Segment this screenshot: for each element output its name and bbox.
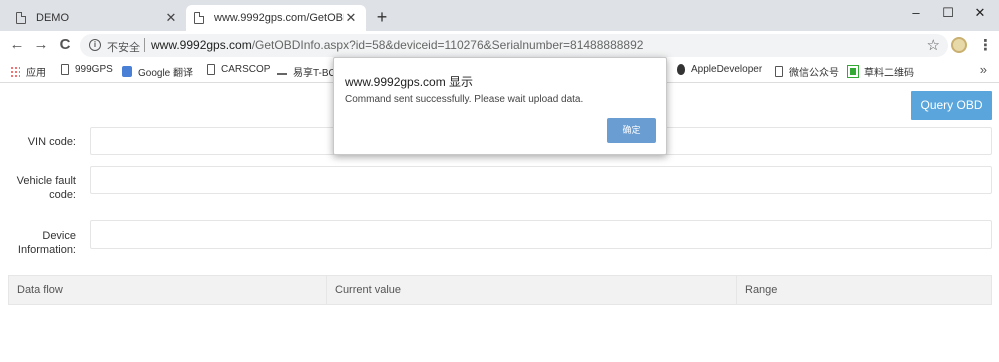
bookmark-apps[interactable]: 应用 — [10, 64, 46, 79]
page-icon — [207, 64, 215, 75]
query-obd-button[interactable]: Query OBD — [911, 91, 992, 120]
new-tab-button[interactable]: + — [372, 7, 392, 28]
column-header-range[interactable]: Range — [737, 276, 991, 304]
qr-code-icon — [847, 65, 859, 78]
security-label: 不安全 — [107, 42, 140, 54]
dialog-ok-button[interactable]: 确定 — [607, 118, 656, 143]
bookmark-wechat[interactable]: 微信公众号 — [775, 64, 839, 79]
bookmark-label: 微信公众号 — [789, 68, 839, 79]
column-header-data-flow[interactable]: Data flow — [9, 276, 327, 304]
dialog-title: www.9992gps.com 显示 — [345, 75, 474, 89]
close-tab-icon[interactable]: ✕ — [164, 10, 178, 26]
tab-obd-info[interactable]: www.9992gps.com/GetOBDInf ✕ — [186, 5, 366, 31]
bookmark-label: 易享T-BO — [293, 68, 337, 79]
browser-toolbar: ← → C i 不安全 www.9992gps.com/GetOBDInfo.a… — [0, 31, 999, 60]
column-header-current-value[interactable]: Current value — [327, 276, 737, 304]
device-information-label: Device Information: — [17, 230, 76, 256]
page-icon — [16, 12, 26, 24]
data-flow-table-header: Data flow Current value Range — [8, 275, 992, 305]
bookmark-google-translate[interactable]: Google 翻译 — [122, 64, 193, 79]
back-button[interactable]: ← — [8, 36, 26, 54]
vehicle-fault-code-label: Vehicle fault code: — [16, 175, 76, 201]
maximize-button[interactable]: ☐ — [930, 3, 966, 25]
vin-code-label: VIN code: — [27, 136, 76, 148]
close-window-button[interactable]: ✕ — [962, 3, 998, 25]
forward-button[interactable]: → — [32, 36, 50, 54]
bookmark-carscop[interactable]: CARSCOP — [207, 64, 270, 75]
bookmark-apple-developer[interactable]: AppleDeveloper — [677, 64, 762, 75]
bookmark-tbox[interactable]: 易享T-BO — [277, 64, 336, 79]
bookmark-999gps[interactable]: 999GPS — [61, 64, 113, 75]
url-host: www.9992gps.com — [151, 38, 252, 52]
extension-icon[interactable] — [951, 37, 967, 53]
more-bookmarks-icon[interactable]: » — [980, 62, 987, 77]
page-icon — [194, 12, 204, 24]
bookmark-star-icon[interactable]: ☆ — [927, 36, 940, 54]
minimize-button[interactable]: – — [898, 3, 934, 25]
dialog-message: Command sent successfully. Please wait u… — [345, 94, 584, 105]
bookmark-label: AppleDeveloper — [691, 64, 763, 75]
apple-icon — [677, 64, 685, 75]
browser-menu-icon[interactable]: ⋮ — [978, 36, 993, 54]
address-bar[interactable]: i 不安全 www.9992gps.com/GetOBDInfo.aspx?id… — [80, 34, 948, 57]
tab-title: DEMO — [36, 12, 69, 24]
url-text[interactable]: www.9992gps.com/GetOBDInfo.aspx?id=58&de… — [151, 38, 643, 52]
bookmark-label: 应用 — [26, 68, 46, 79]
page-icon — [61, 64, 69, 75]
vehicle-fault-code-field[interactable] — [90, 166, 992, 194]
car-icon — [277, 69, 287, 75]
tab-strip: DEMO ✕ www.9992gps.com/GetOBDInf ✕ + – ☐… — [0, 0, 999, 31]
close-tab-icon[interactable]: ✕ — [344, 10, 358, 26]
device-information-field[interactable] — [90, 220, 992, 249]
bookmark-label: 999GPS — [75, 64, 113, 75]
info-icon[interactable]: i — [89, 39, 101, 51]
tab-title: www.9992gps.com/GetOBDInf — [214, 12, 344, 24]
bookmark-label: CARSCOP — [221, 64, 271, 75]
alert-dialog: www.9992gps.com 显示 Command sent successf… — [333, 57, 667, 155]
divider — [144, 38, 145, 52]
google-translate-icon — [122, 66, 132, 77]
bookmark-label: 草料二维码 — [864, 68, 914, 79]
bookmark-qr[interactable]: 草料二维码 — [847, 64, 914, 79]
tab-demo[interactable]: DEMO ✕ — [8, 5, 186, 31]
bookmark-label: Google 翻译 — [138, 68, 194, 79]
page-icon — [775, 66, 783, 77]
reload-button[interactable]: C — [56, 36, 74, 54]
apps-grid-icon — [10, 66, 20, 77]
url-path: /GetOBDInfo.aspx?id=58&deviceid=110276&S… — [251, 38, 644, 52]
